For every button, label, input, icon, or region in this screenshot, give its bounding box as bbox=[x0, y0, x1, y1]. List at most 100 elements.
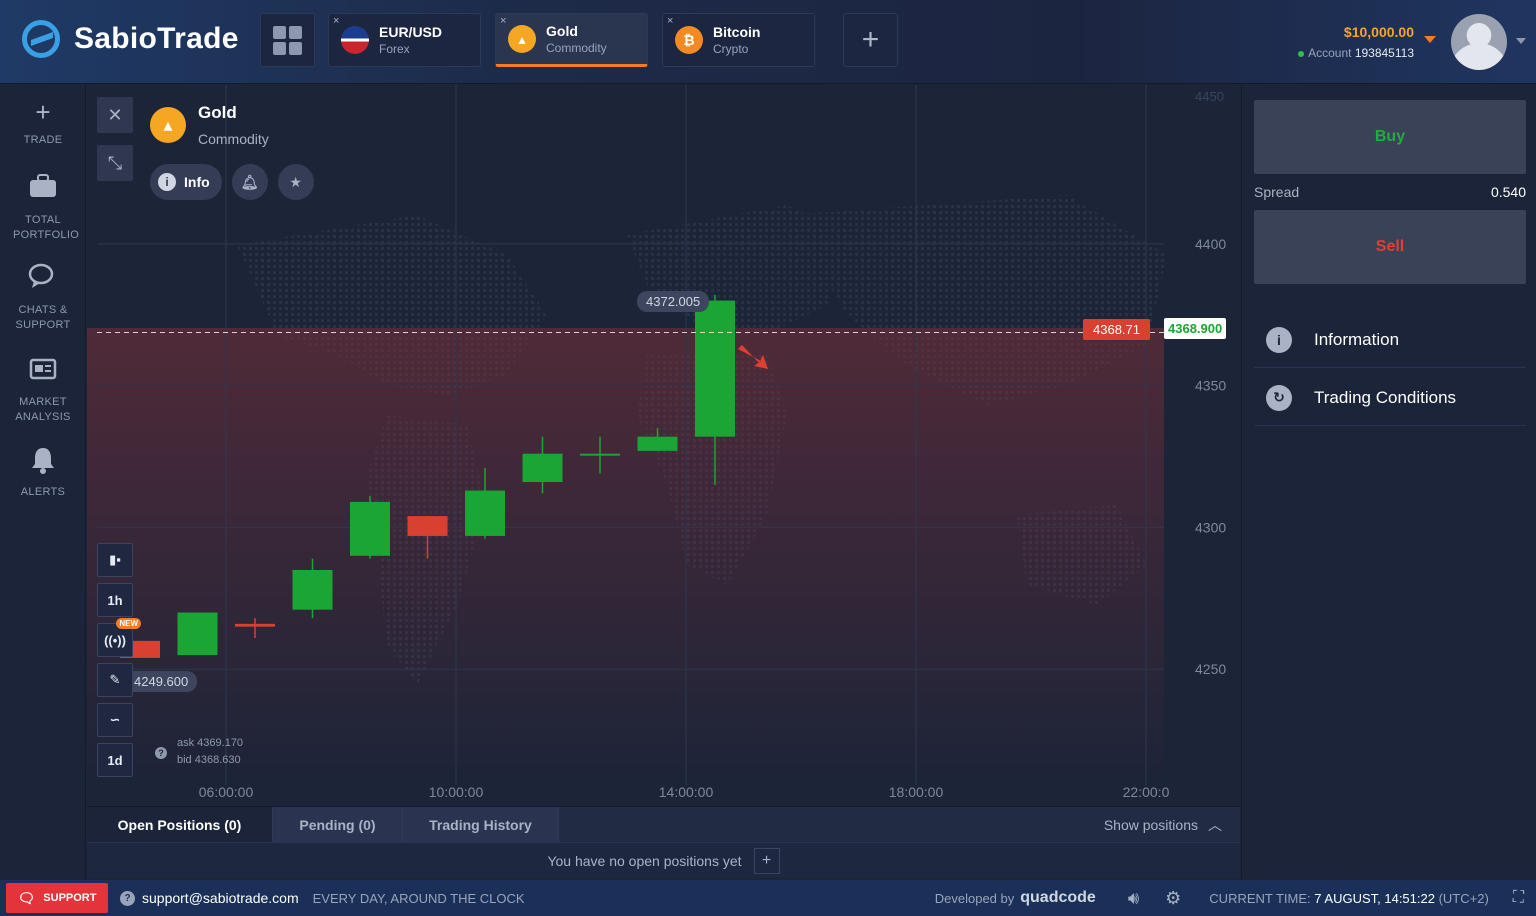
brand-logo[interactable]: SabioTrade bbox=[22, 20, 239, 58]
account-info: Account 193845113 bbox=[1298, 46, 1414, 60]
info-button[interactable]: i Info bbox=[150, 164, 222, 200]
brand-name: SabioTrade bbox=[74, 22, 239, 55]
account-number: 193845113 bbox=[1354, 46, 1414, 60]
trading-conditions-link[interactable]: ↻ Trading Conditions bbox=[1254, 370, 1526, 426]
chart-actions: i Info 🔔︎ ★ bbox=[150, 164, 324, 200]
tab-sublabel: Forex bbox=[379, 42, 410, 56]
y-tick-label: 4250 bbox=[1195, 661, 1226, 677]
support-email: support@sabiotrade.com bbox=[142, 890, 299, 906]
information-label: Information bbox=[1314, 329, 1400, 349]
sidebar-item-label: TRADE bbox=[23, 134, 63, 146]
close-tab-icon[interactable]: × bbox=[667, 15, 673, 27]
price-alert-button[interactable]: 🔔︎ bbox=[231, 164, 268, 200]
sidebar-item-chats[interactable]: CHATS & SUPPORT bbox=[0, 263, 86, 333]
tab-trading-history[interactable]: Trading History bbox=[403, 807, 559, 842]
gold-bars-icon: ▴ bbox=[508, 25, 536, 53]
candle-body bbox=[637, 436, 678, 451]
close-tab-icon[interactable]: × bbox=[500, 15, 506, 27]
spread-value: 0.540 bbox=[1490, 184, 1526, 200]
candlestick-icon: ▮▪ bbox=[109, 552, 121, 567]
broadcast-icon: ((•)) bbox=[104, 632, 126, 648]
close-tab-icon[interactable]: × bbox=[333, 15, 339, 27]
info-circle-icon: i bbox=[1266, 326, 1292, 353]
trade-panel: Buy Spread 0.540 Sell i Information ↻ Tr… bbox=[1241, 85, 1536, 879]
sell-button[interactable]: Sell bbox=[1254, 210, 1526, 284]
balance-value: $10,000.00 bbox=[1343, 24, 1414, 40]
wave-icon: ∽ bbox=[109, 712, 121, 727]
show-positions-toggle[interactable]: Show positions ︿ bbox=[1104, 807, 1240, 842]
new-badge: NEW bbox=[116, 618, 141, 629]
support-email-link[interactable]: ? support@sabiotrade.com bbox=[120, 890, 299, 906]
all-assets-grid-button[interactable] bbox=[260, 13, 315, 67]
spread-row: Spread 0.540 bbox=[1254, 184, 1526, 200]
ask-bid-info: ask 4369.170 bid 4368.630 bbox=[177, 735, 243, 769]
chat-bubbles-icon bbox=[0, 263, 86, 297]
top-axis-label: 4450 bbox=[1195, 89, 1224, 104]
tab-label: Gold bbox=[546, 23, 578, 39]
sell-zone-shading bbox=[87, 328, 1164, 788]
info-label: Info bbox=[184, 174, 210, 190]
avatar[interactable] bbox=[1451, 14, 1507, 70]
drawing-tools-button[interactable]: ✎ bbox=[97, 663, 133, 697]
tab-pending[interactable]: Pending (0) bbox=[273, 807, 403, 842]
bid-price: bid 4368.630 bbox=[177, 754, 241, 766]
add-tab-button[interactable]: + bbox=[843, 13, 898, 67]
period-button[interactable]: 1d bbox=[97, 743, 133, 777]
chat-icon: 🗨︎ bbox=[17, 889, 36, 906]
account-balance[interactable]: $10,000.00 Account 193845113 bbox=[1298, 24, 1414, 60]
footer-bar: 🗨︎ SUPPORT ? support@sabiotrade.com EVER… bbox=[0, 880, 1536, 916]
chart-type-button[interactable]: ▮▪ bbox=[97, 543, 133, 577]
news-icon bbox=[0, 355, 86, 389]
trading-conditions-label: Trading Conditions bbox=[1314, 387, 1457, 407]
bell-icon: 🔔︎ bbox=[240, 173, 259, 190]
peak-price-label: 4372.005 bbox=[637, 291, 710, 312]
minimize-chart-button[interactable]: ⤡ bbox=[97, 145, 133, 181]
sidebar-item-market-analysis[interactable]: MARKET ANALYSIS bbox=[0, 355, 86, 425]
candle-body bbox=[695, 300, 735, 437]
star-icon: ★ bbox=[289, 173, 302, 190]
tab-gold[interactable]: × ▴ Gold Commodity bbox=[495, 13, 648, 67]
refresh-conditions-icon: ↻ bbox=[1266, 384, 1292, 411]
current-time-value: 7 AUGUST, 14:51:22 bbox=[1314, 890, 1435, 906]
buy-button[interactable]: Buy bbox=[1254, 100, 1526, 174]
info-icon: i bbox=[158, 173, 176, 191]
logo-mark-icon bbox=[22, 20, 60, 58]
current-price-white-tag: 4368.900 bbox=[1164, 318, 1227, 339]
candle-body bbox=[235, 623, 275, 627]
support-button[interactable]: 🗨︎ SUPPORT bbox=[6, 883, 108, 913]
timezone: (UTC+2) bbox=[1438, 890, 1489, 906]
tab-open-positions[interactable]: Open Positions (0) bbox=[87, 807, 273, 842]
developer-credit[interactable]: Developed by quadcode bbox=[935, 889, 1096, 907]
profile-dropdown-icon[interactable] bbox=[1516, 38, 1526, 44]
favorite-button[interactable]: ★ bbox=[277, 164, 314, 200]
gear-icon[interactable]: ⚙ bbox=[1165, 888, 1181, 909]
candle-body bbox=[465, 490, 505, 536]
account-label: Account bbox=[1308, 46, 1352, 60]
y-tick-label: 4350 bbox=[1195, 378, 1226, 394]
balance-dropdown-icon[interactable] bbox=[1424, 36, 1436, 43]
sidebar-item-label: MARKET ANALYSIS bbox=[15, 396, 71, 423]
help-icon[interactable]: ? bbox=[155, 747, 167, 759]
add-position-button[interactable]: + bbox=[753, 848, 780, 874]
x-tick-label: 22:00:0 bbox=[1123, 784, 1170, 800]
gold-bars-icon: ▴ bbox=[150, 107, 186, 143]
live-signals-button[interactable]: ((•)) NEW bbox=[97, 618, 141, 657]
indicators-button[interactable]: ∽ bbox=[97, 703, 133, 737]
y-tick-label: 4400 bbox=[1195, 236, 1226, 252]
information-link[interactable]: i Information bbox=[1254, 312, 1526, 368]
chart-area[interactable]: 4400 4350 4300 4250 06:00:00 10:00:00 14:00:00… bbox=[87, 85, 1240, 805]
bitcoin-icon: ₿ bbox=[675, 26, 703, 54]
sound-icon[interactable]: 🔊︎ bbox=[1128, 888, 1139, 909]
pencil-icon: ✎ bbox=[109, 672, 121, 687]
tab-eur-usd[interactable]: × EUR/USD Forex bbox=[328, 13, 481, 67]
close-chart-button[interactable]: ✕ bbox=[97, 97, 133, 133]
candle-body bbox=[350, 501, 390, 556]
sidebar-item-alerts[interactable]: ALERTS bbox=[0, 445, 86, 500]
grid-icon bbox=[273, 25, 302, 55]
sidebar-item-portfolio[interactable]: TOTAL PORTFOLIO bbox=[0, 173, 86, 243]
tab-bitcoin[interactable]: × ₿ Bitcoin Crypto bbox=[662, 13, 815, 67]
empty-positions: You have no open positions yet + bbox=[87, 843, 1240, 879]
timeframe-button[interactable]: 1h bbox=[97, 583, 133, 617]
fullscreen-icon[interactable]: ⛶ bbox=[1513, 889, 1524, 907]
sidebar-item-trade[interactable]: + TRADE bbox=[0, 95, 86, 148]
